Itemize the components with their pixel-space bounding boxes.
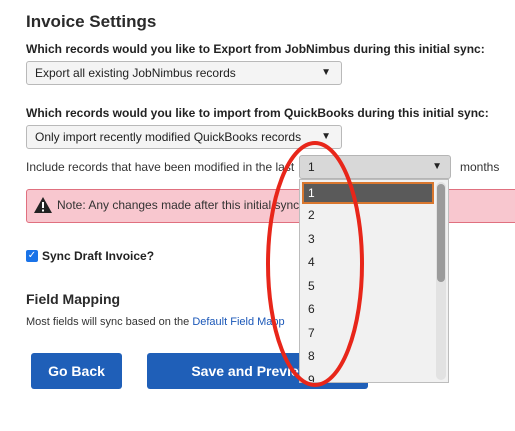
sync-draft-label: Sync Draft Invoice? bbox=[42, 249, 155, 263]
field-mapping-title: Field Mapping bbox=[26, 291, 121, 307]
chevron-down-icon: ▼ bbox=[432, 161, 442, 172]
sync-draft-checkbox[interactable]: ✓ bbox=[26, 250, 38, 262]
annotation-circle bbox=[266, 141, 364, 387]
page-title: Invoice Settings bbox=[26, 12, 157, 31]
warning-icon bbox=[34, 197, 52, 213]
months-prefix-label: Include records that have been modified … bbox=[26, 160, 295, 174]
chevron-down-icon: ▼ bbox=[321, 67, 331, 78]
scrollbar-thumb[interactable] bbox=[437, 184, 445, 282]
export-select-value: Export all existing JobNimbus records bbox=[35, 66, 236, 80]
import-question: Which records would you like to import f… bbox=[26, 106, 489, 120]
export-question: Which records would you like to Export f… bbox=[26, 42, 485, 56]
go-back-button[interactable]: Go Back bbox=[31, 353, 122, 389]
field-mapping-text: Most fields will sync based on the bbox=[26, 316, 190, 328]
months-suffix-label: months bbox=[460, 160, 500, 174]
export-select[interactable]: Export all existing JobNimbus records ▼ bbox=[26, 61, 342, 85]
field-mapping-desc: Most fields will sync based on the Defau… bbox=[26, 316, 285, 328]
